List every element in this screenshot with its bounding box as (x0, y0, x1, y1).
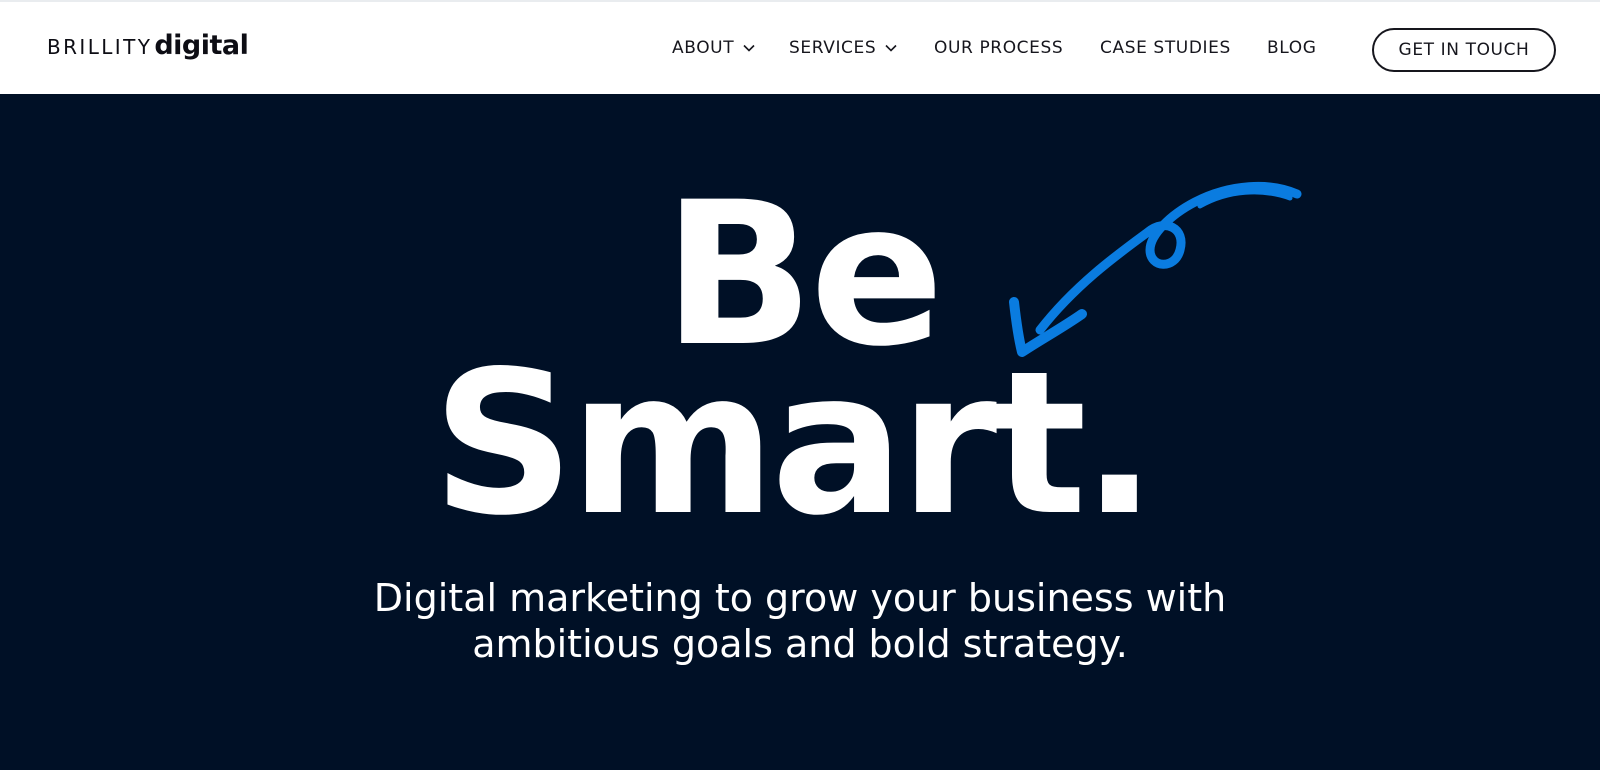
nav-item-label: OUR PROCESS (934, 38, 1064, 58)
chevron-down-icon (885, 44, 897, 52)
brand-logo[interactable]: BRILLITY digital (47, 30, 249, 61)
hero-subtitle-line1: Digital marketing to grow your business … (373, 576, 1227, 620)
nav-item-about[interactable]: ABOUT (672, 38, 755, 58)
get-in-touch-button[interactable]: GET IN TOUCH (1372, 28, 1556, 72)
logo-wordmark-light: BRILLITY (47, 35, 153, 59)
nav-item-our-process[interactable]: OUR PROCESS (934, 38, 1063, 58)
nav-item-case-studies[interactable]: CASE STUDIES (1100, 38, 1231, 58)
nav-item-label: BLOG (1267, 38, 1317, 58)
nav-item-label: CASE STUDIES (1100, 38, 1231, 58)
hero-subtitle-line2: ambitious goals and bold strategy. (472, 622, 1128, 666)
nav-item-label: ABOUT (672, 38, 735, 58)
hero-headline-line2: Smart. (432, 328, 1157, 559)
nav-item-blog[interactable]: BLOG (1267, 38, 1316, 58)
chevron-down-icon (743, 44, 755, 52)
hand-drawn-arrow-icon (1009, 182, 1302, 357)
logo-wordmark-bold: digital (154, 30, 249, 61)
nav-item-label: SERVICES (789, 38, 877, 58)
nav-item-services[interactable]: SERVICES (789, 38, 897, 58)
cta-label: GET IN TOUCH (1398, 40, 1530, 60)
site-header: BRILLITY digital ABOUT SERVICES OUR PROC… (0, 0, 1600, 94)
hero-subtitle: Digital marketing to grow your business … (200, 575, 1400, 667)
